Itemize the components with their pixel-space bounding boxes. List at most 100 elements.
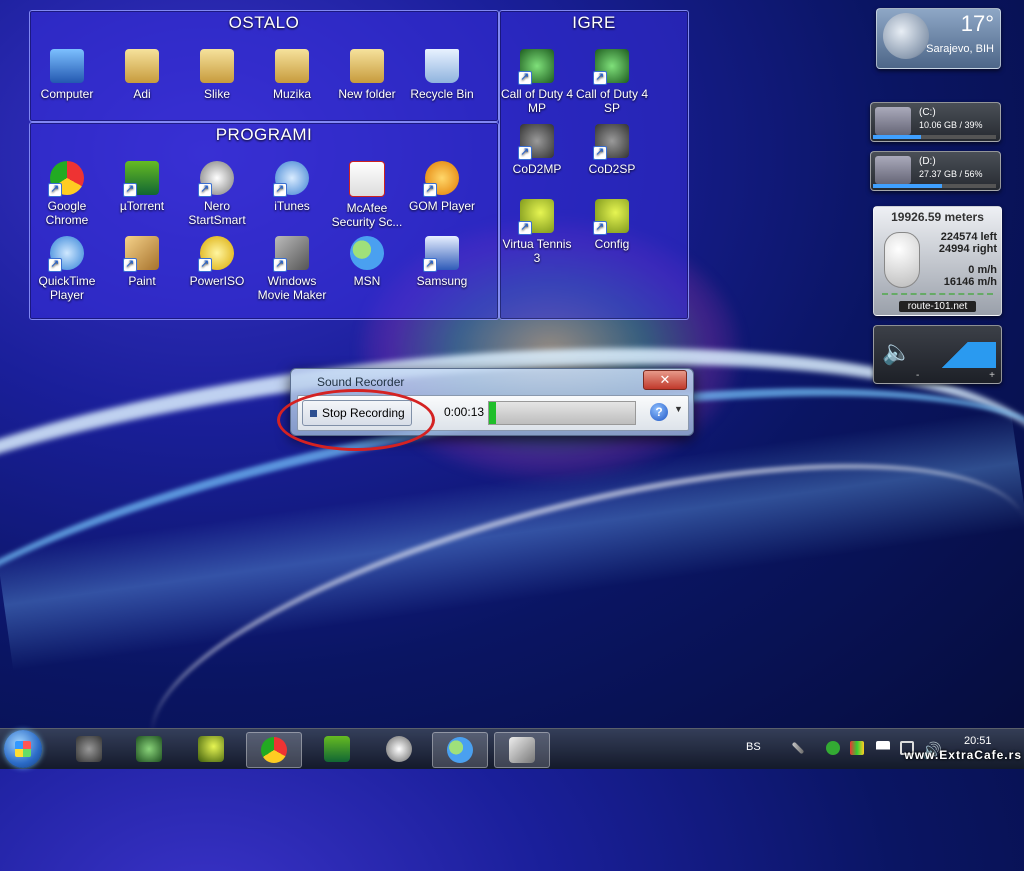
chevron-down-icon[interactable]: ▼ xyxy=(674,404,683,414)
desktop-icon-movie-maker[interactable]: Windows Movie Maker xyxy=(255,236,329,302)
fence-title: OSTALO xyxy=(228,13,300,32)
start-button[interactable] xyxy=(4,730,42,768)
msn-icon xyxy=(350,236,384,270)
annotation-circle xyxy=(277,389,435,451)
volume-gadget[interactable]: 🔈 - + xyxy=(873,325,1002,384)
desktop-icon-cod2mp[interactable]: CoD2MP xyxy=(500,124,574,176)
taskbar-app-utorrent[interactable] xyxy=(310,732,364,766)
shortcut-arrow-icon xyxy=(518,220,532,235)
weather-city: Sarajevo, BIH xyxy=(926,43,994,55)
desktop-icon-muzika[interactable]: Muzika xyxy=(255,49,329,101)
desktop-icon-new-folder[interactable]: New folder xyxy=(330,49,404,101)
pen-icon[interactable] xyxy=(791,741,805,755)
mouse-left-clicks: 224574 left xyxy=(940,231,997,243)
volume-slider[interactable] xyxy=(914,342,996,368)
flag-icon[interactable] xyxy=(876,741,890,755)
fence-igre: IGRE Call of Duty 4 MP Call of Duty 4 SP… xyxy=(499,10,689,320)
fence-ostalo: OSTALO Computer Adi Slike Muzika New fol… xyxy=(29,10,499,122)
utorrent-icon xyxy=(324,736,350,762)
shortcut-arrow-icon xyxy=(423,257,437,272)
close-button[interactable]: ✕ xyxy=(643,370,687,390)
hard-drive-icon xyxy=(875,107,911,135)
drive-usage-bar xyxy=(873,184,996,188)
microphone-icon xyxy=(509,737,535,763)
desktop-icon-config[interactable]: Config xyxy=(575,199,649,251)
shortcut-arrow-icon xyxy=(198,257,212,272)
help-icon[interactable]: ? xyxy=(650,403,668,421)
app-tray-icon[interactable] xyxy=(850,741,864,755)
gom-player-icon xyxy=(423,161,459,197)
desktop-icon-samsung[interactable]: Samsung xyxy=(405,236,479,288)
desktop-icon-nero[interactable]: Nero StartSmart xyxy=(180,161,254,227)
poweriso-icon xyxy=(198,236,234,272)
folder-icon xyxy=(275,49,309,83)
speaker-icon: 🔈 xyxy=(882,339,912,366)
desktop-icon-poweriso[interactable]: PowerISO xyxy=(180,236,254,288)
desktop-icon-paint[interactable]: Paint xyxy=(105,236,179,288)
tennis-ball-icon xyxy=(198,736,224,762)
drive-meter-c[interactable]: (C:) 10.06 GB / 39% xyxy=(870,102,1001,142)
shortcut-arrow-icon xyxy=(48,257,62,272)
taskbar-app-cod-soldier[interactable] xyxy=(122,732,176,766)
volume-down-label[interactable]: - xyxy=(916,370,919,381)
cod-icon xyxy=(76,736,102,762)
shortcut-arrow-icon xyxy=(123,257,137,272)
recording-timer: 0:00:13 xyxy=(444,405,485,419)
language-indicator[interactable]: BS xyxy=(746,741,761,753)
movie-maker-icon xyxy=(273,236,309,272)
desktop-icon-adi[interactable]: Adi xyxy=(105,49,179,101)
taskbar-app-nero[interactable] xyxy=(372,732,426,766)
hard-drive-icon xyxy=(875,156,911,184)
taskbar-app-cod[interactable] xyxy=(62,732,116,766)
user-folder-icon xyxy=(125,49,159,83)
shortcut-arrow-icon xyxy=(123,182,137,197)
volume-up-label[interactable]: + xyxy=(989,370,995,381)
desktop-icon-cod4-mp[interactable]: Call of Duty 4 MP xyxy=(500,49,574,115)
shortcut-arrow-icon xyxy=(518,70,532,85)
mouse-right-clicks: 24994 right xyxy=(938,243,997,255)
mouse-meter-gadget[interactable]: 19926.59 meters 224574 left 24994 right … xyxy=(873,206,1002,316)
drive-usage-bar xyxy=(873,135,996,139)
desktop-icon-computer[interactable]: Computer xyxy=(30,49,104,101)
msn-icon xyxy=(447,737,473,763)
folder-icon xyxy=(350,49,384,83)
utorrent-icon xyxy=(123,161,159,197)
shortcut-arrow-icon xyxy=(273,257,287,272)
desktop-icon-utorrent[interactable]: µTorrent xyxy=(105,161,179,213)
nero-icon xyxy=(386,736,412,762)
shortcut-arrow-icon xyxy=(593,70,607,85)
desktop-icon-slike[interactable]: Slike xyxy=(180,49,254,101)
taskbar-app-sound-recorder[interactable] xyxy=(494,732,550,768)
desktop-icon-msn[interactable]: MSN xyxy=(330,236,404,288)
taskbar-app-chrome[interactable] xyxy=(246,732,302,768)
desktop-icon-mcafee[interactable]: McAfee Security Sc... xyxy=(330,161,404,229)
utorrent-tray-icon[interactable] xyxy=(826,741,840,755)
desktop-icon-cod4-sp[interactable]: Call of Duty 4 SP xyxy=(575,49,649,115)
weather-gadget[interactable]: 17° Sarajevo, BIH xyxy=(876,8,1001,69)
desktop-icon-quicktime[interactable]: QuickTime Player xyxy=(30,236,104,302)
taskbar-app-msn[interactable] xyxy=(432,732,488,768)
clock[interactable]: 20:51 xyxy=(964,735,992,747)
cod4-icon xyxy=(518,49,554,85)
mcafee-icon xyxy=(349,161,385,197)
desktop-icon-virtua-tennis[interactable]: Virtua Tennis 3 xyxy=(500,199,574,265)
desktop-icon-cod2sp[interactable]: CoD2SP xyxy=(575,124,649,176)
computer-icon xyxy=(50,49,84,83)
desktop-icon-recycle-bin[interactable]: Recycle Bin xyxy=(405,49,479,101)
shortcut-arrow-icon xyxy=(48,182,62,197)
drive-meter-d[interactable]: (D:) 27.37 GB / 56% xyxy=(870,151,1001,191)
audio-level-meter xyxy=(488,401,636,425)
gadget-site-link[interactable]: route-101.net xyxy=(899,301,976,312)
itunes-icon xyxy=(273,161,309,197)
window-title: Sound Recorder xyxy=(317,375,405,389)
desktop-icon-google-chrome[interactable]: Google Chrome xyxy=(30,161,104,227)
taskbar-app-virtua-tennis[interactable] xyxy=(184,732,238,766)
recycle-bin-icon xyxy=(425,49,459,83)
desktop-icon-gom-player[interactable]: GOM Player xyxy=(405,161,479,213)
divider xyxy=(882,293,993,295)
shortcut-arrow-icon xyxy=(423,182,437,197)
weather-temperature: 17° xyxy=(960,11,994,36)
fence-title: IGRE xyxy=(572,13,616,32)
desktop-icon-itunes[interactable]: iTunes xyxy=(255,161,329,213)
fence-title: PROGRAMI xyxy=(215,125,313,144)
